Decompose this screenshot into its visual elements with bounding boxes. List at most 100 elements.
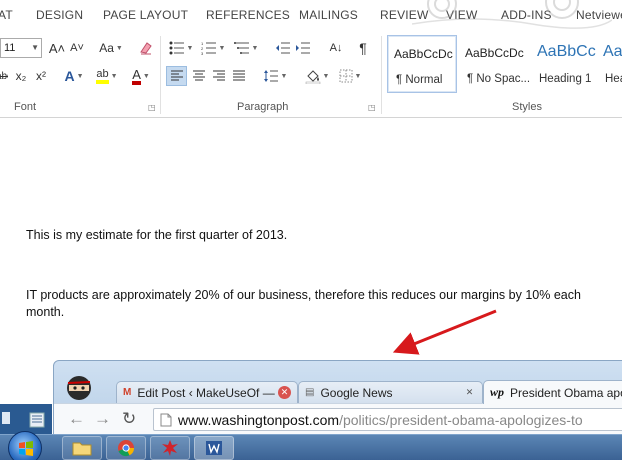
document-paragraph[interactable]: This is my estimate for the first quarte… [26,227,616,244]
align-left-icon[interactable] [166,66,187,86]
browser-toolbar: ← → ↻ www.washingtonpost.com/politics/pr… [54,403,622,434]
ribbon-tabs: AT DESIGN PAGE LAYOUT REFERENCES MAILING… [0,0,622,30]
tab-design[interactable]: DESIGN [36,8,83,22]
chevron-down-icon: ▼ [218,44,226,52]
change-case-button[interactable]: Aa ▼ [94,38,128,58]
ribbon: 11 ▼ A˄ A˅ Aa▼ abc x₂ x² A▼ ab▼ A▼ Fo [0,30,622,118]
strikethrough-icon[interactable]: abc [0,66,8,86]
increase-indent-icon[interactable] [294,38,312,58]
app-taskbar-button[interactable] [150,436,190,460]
chrome-taskbar-button[interactable] [106,436,146,460]
dialog-launcher-icon[interactable]: ◳ [148,103,156,112]
browser-tab-washington-post[interactable]: wp President Obama apo [483,380,622,404]
address-bar[interactable]: www.washingtonpost.com/politics/presiden… [153,408,622,431]
style-name: ¶ No Spac... [467,73,531,85]
reload-icon[interactable]: ↻ [122,409,136,429]
font-size-box[interactable]: 11 ▼ [0,38,42,58]
tab-references[interactable]: REFERENCES [206,8,290,22]
style-name: Heading 1 [539,73,592,85]
decrease-indent-icon[interactable] [274,38,292,58]
styles-gallery: AaBbCcDc ¶ Normal AaBbCcDc ¶ No Spac... … [385,35,622,93]
dialog-launcher-icon[interactable]: ◳ [368,103,376,112]
font-group-label: Font [14,101,37,113]
style-sample: AaB [603,43,622,60]
grow-font-icon[interactable]: A˄ [48,38,66,58]
style-name: ¶ Normal [396,74,443,86]
chevron-down-icon: ▼ [115,44,123,52]
tab-title: Edit Post ‹ MakeUseOf — [137,385,275,400]
url-path: /politics/president-obama-apologizes-to [339,411,583,428]
washington-post-icon: wp [490,385,505,399]
numbering-button[interactable]: 1 2 3 ▼ [200,38,226,58]
word-icon [206,441,222,455]
close-tab-icon[interactable]: ✕ [463,386,476,399]
bullets-button[interactable]: ▼ [168,38,194,58]
news-icon: ▤ [305,387,315,398]
browser-tab-edit-post[interactable]: M Edit Post ‹ MakeUseOf — ✕ [116,381,298,403]
justify-icon[interactable] [230,66,248,86]
shading-button[interactable]: ▼ [302,66,332,86]
subscript-icon[interactable]: x₂ [12,66,30,86]
superscript-icon[interactable]: x² [32,66,50,86]
line-spacing-icon [263,70,278,82]
chevron-down-icon: ▼ [354,72,362,80]
splat-icon [162,440,178,456]
clear-formatting-icon[interactable] [136,38,156,58]
show-formatting-icon[interactable]: ¶ [354,38,372,58]
style-name: Hea [605,73,622,85]
bullets-icon [169,41,184,55]
style-sample: AaBbCcDc [394,47,453,61]
borders-button[interactable]: ▼ [336,66,364,86]
chevron-down-icon: ▼ [142,72,150,80]
chevron-down-icon[interactable]: ▼ [31,39,39,57]
forward-arrow-icon[interactable]: → [94,409,111,429]
gmail-icon: M [123,387,132,398]
align-right-icon[interactable] [210,66,228,86]
desktop-background [0,404,52,434]
chevron-down-icon: ▼ [280,72,288,80]
style-sample: AaBbCcDc [465,46,524,60]
page-icon [160,413,172,426]
tab-title: President Obama apo [510,385,622,400]
font-color-icon: A [132,68,141,85]
chevron-down-icon: ▼ [186,44,194,52]
multilevel-list-button[interactable]: ▼ [232,38,260,58]
highlighter-icon: ab [96,68,109,84]
tab-page-layout[interactable]: PAGE LAYOUT [103,8,188,22]
font-size-value: 11 [4,42,16,54]
font-color-button[interactable]: A ▼ [126,66,156,86]
group-divider [381,36,382,114]
numbering-icon: 123 [201,41,216,55]
highlight-color-button[interactable]: ab ▼ [92,66,122,86]
style-no-spacing[interactable]: AaBbCcDc ¶ No Spac... [459,35,531,93]
taskbar [0,431,622,460]
chrome-icon [118,440,135,457]
chevron-down-icon: ▼ [322,72,330,80]
line-spacing-button[interactable]: ▼ [260,66,290,86]
tab-mailings[interactable]: MAILINGS [299,8,358,22]
style-sample: AaBbCc [537,43,596,60]
explorer-taskbar-button[interactable] [62,436,102,460]
style-normal[interactable]: AaBbCcDc ¶ Normal [387,35,457,93]
url-host: www.washingtonpost.com [178,411,340,428]
back-arrow-icon[interactable]: ← [68,409,85,429]
browser-tab-google-news[interactable]: ▤ Google News ✕ [298,381,483,403]
style-heading-1[interactable]: AaBbCc Heading 1 [531,35,601,93]
text-effects-icon: A [64,68,75,84]
style-heading-2[interactable]: AaB Hea [597,35,622,93]
align-center-icon[interactable] [190,66,208,86]
tab-home-partial[interactable]: AT [0,8,13,22]
paint-bucket-icon [305,69,320,84]
tab-title: Google News [320,385,393,400]
svg-text:3: 3 [201,51,204,55]
close-tab-icon[interactable]: ✕ [278,386,291,399]
text-effects-button[interactable]: A ▼ [60,66,88,86]
change-case-icon: Aa [99,41,114,55]
browser-window[interactable]: M Edit Post ‹ MakeUseOf — ✕ ▤ Google New… [53,360,622,434]
start-button-icon[interactable] [8,431,42,460]
word-taskbar-button[interactable] [194,436,234,460]
sort-icon[interactable]: A↓ [326,38,346,58]
shrink-font-icon[interactable]: A˅ [68,38,86,58]
document-paragraph[interactable]: IT products are approximately 20% of our… [26,287,616,321]
paragraph-group-label: Paragraph [237,101,289,113]
